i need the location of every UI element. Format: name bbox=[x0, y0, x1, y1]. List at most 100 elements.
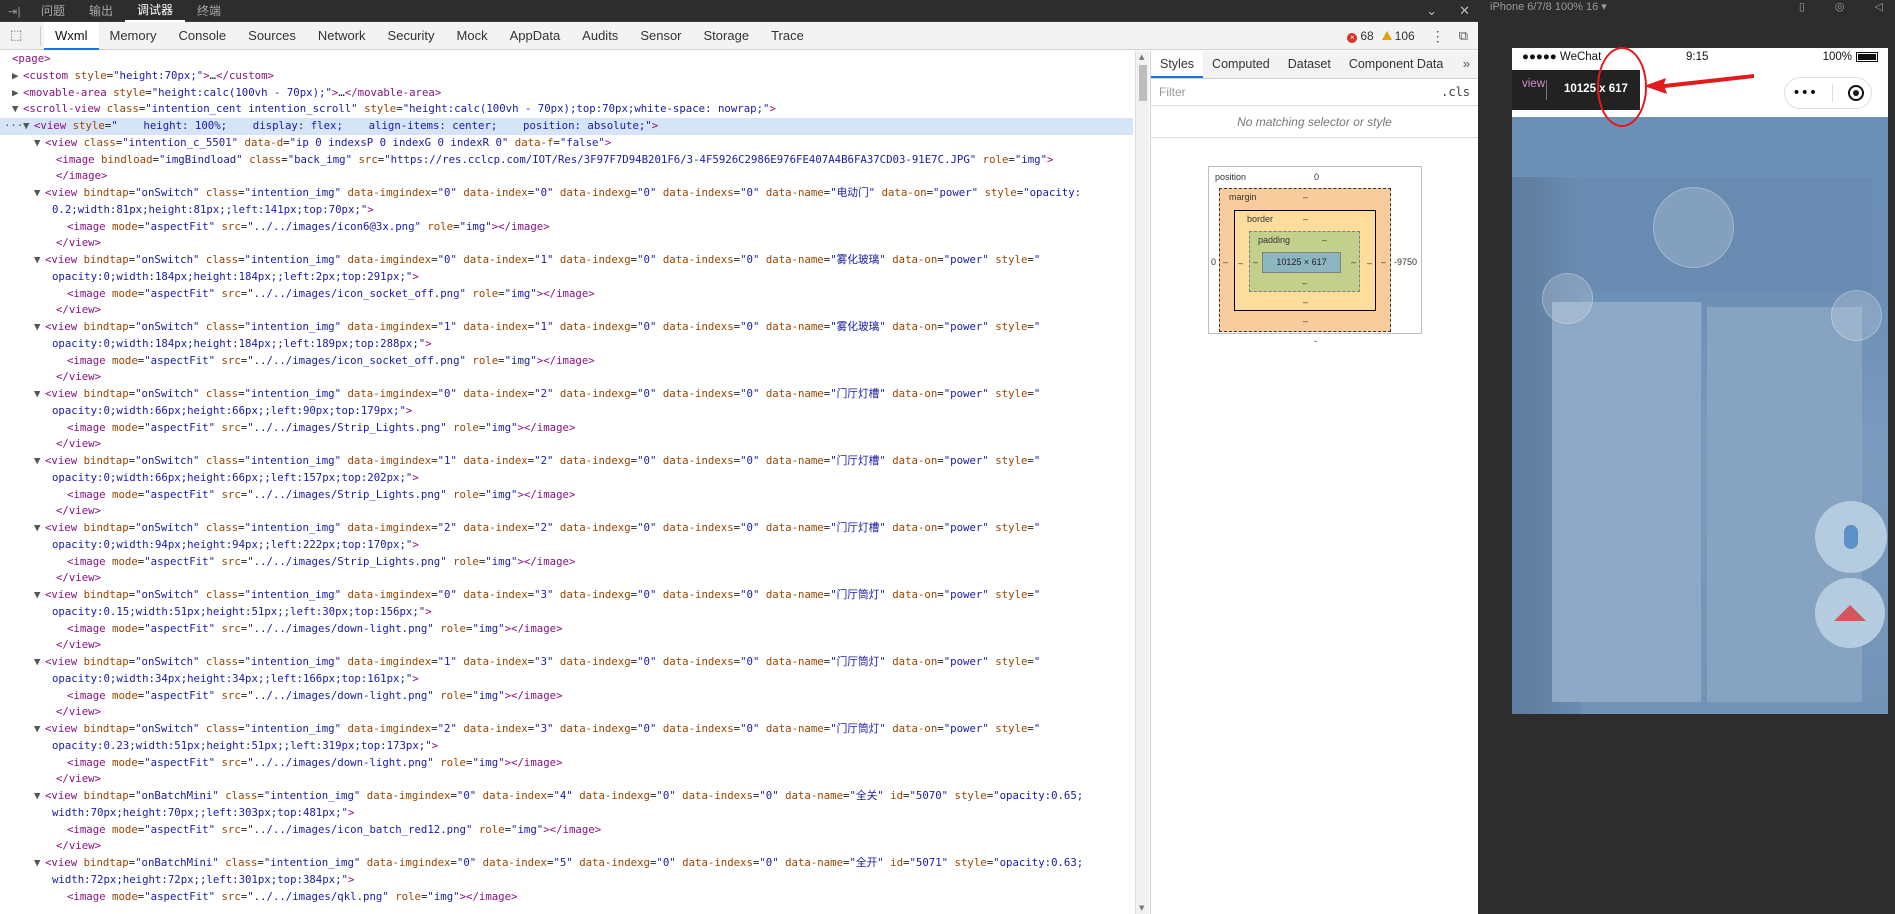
expand-arrow-icon[interactable]: ▼ bbox=[34, 453, 44, 470]
inspect-element-icon[interactable]: ⬚ bbox=[10, 28, 26, 44]
wxml-line[interactable]: opacity:0.15;width:51px;height:51px;;lef… bbox=[0, 604, 1133, 621]
wxml-line[interactable]: ▼ <view bindtap="onSwitch" class="intenti… bbox=[0, 453, 1133, 470]
expand-arrow-icon[interactable]: ▼ bbox=[34, 520, 44, 537]
wxml-line[interactable]: ▼ <view bindtap="onSwitch" class="intenti… bbox=[0, 185, 1133, 202]
wxml-line[interactable]: </view> bbox=[0, 570, 1133, 587]
margin-top-value[interactable]: – bbox=[1303, 192, 1308, 202]
expand-arrow-icon[interactable]: ▼ bbox=[23, 118, 33, 135]
content-box[interactable]: 10125 × 617 bbox=[1262, 252, 1341, 273]
tab-output[interactable]: 输出 bbox=[77, 0, 125, 22]
tab-storage[interactable]: Storage bbox=[693, 22, 761, 50]
border-top-value[interactable]: – bbox=[1303, 214, 1308, 224]
tab-debugger[interactable]: 调试器 bbox=[124, 0, 185, 22]
wxml-line[interactable]: ▼ <scroll-view class="intention_cent inte… bbox=[0, 101, 1133, 118]
all-off-button[interactable] bbox=[1815, 578, 1885, 648]
tab-security[interactable]: Security bbox=[377, 22, 446, 50]
expand-arrow-icon[interactable]: ▼ bbox=[34, 855, 44, 872]
padding-left-value[interactable]: – bbox=[1253, 257, 1258, 267]
border-right-value[interactable]: – bbox=[1367, 258, 1372, 268]
more-options-icon[interactable]: ⋮ bbox=[1431, 28, 1445, 45]
tab-mock[interactable]: Mock bbox=[446, 22, 499, 50]
wxml-line[interactable]: ▼ <view bindtap="onBatchMini" class="inte… bbox=[0, 855, 1133, 872]
wxml-line[interactable]: opacity:0;width:66px;height:66px;;left:1… bbox=[0, 470, 1133, 487]
close-icon[interactable]: ✕ bbox=[1459, 4, 1470, 19]
tab-problems[interactable]: 问题 bbox=[29, 0, 77, 22]
gate-light-icon[interactable] bbox=[1653, 187, 1734, 268]
collapse-arrow-icon[interactable]: ▶ bbox=[12, 85, 22, 102]
tab-terminal[interactable]: 终端 bbox=[185, 0, 233, 22]
scroll-up-arrow-icon[interactable]: ▲ bbox=[1139, 53, 1144, 61]
styles-tab-styles[interactable]: Styles bbox=[1151, 50, 1204, 78]
wxml-line[interactable]: ▼ <view class="intention_c_5501" data-d="… bbox=[0, 135, 1133, 152]
tab-sensor[interactable]: Sensor bbox=[629, 22, 692, 50]
wxml-line[interactable]: ▼ <view bindtap="onSwitch" class="intenti… bbox=[0, 587, 1133, 604]
warning-counter[interactable]: 106 bbox=[1381, 29, 1415, 43]
scrollbar-thumb[interactable] bbox=[1139, 65, 1147, 101]
wxml-line[interactable]: opacity:0;width:184px;height:184px;;left… bbox=[0, 269, 1133, 286]
chevron-down-icon[interactable]: ⌄ bbox=[1426, 4, 1437, 19]
wxml-line[interactable]: opacity:0;width:94px;height:94px;;left:2… bbox=[0, 537, 1133, 554]
wxml-line[interactable]: <image mode="aspectFit" src="../../image… bbox=[0, 219, 1133, 236]
position-right-value[interactable]: -9750 bbox=[1394, 257, 1417, 267]
down-light-icon[interactable] bbox=[1542, 273, 1593, 324]
wxml-line[interactable]: <image mode="aspectFit" src="../../image… bbox=[0, 688, 1133, 705]
tab-appdata[interactable]: AppData bbox=[499, 22, 572, 50]
wxml-line[interactable]: </view> bbox=[0, 302, 1133, 319]
wxml-elements-tree[interactable]: <page> ▶ <custom style="height:70px;">…</c… bbox=[0, 51, 1133, 914]
wxml-line[interactable]: </view> bbox=[0, 637, 1133, 654]
wxml-line[interactable]: </view> bbox=[0, 704, 1133, 721]
more-menu-button[interactable]: ••• bbox=[1792, 85, 1817, 101]
tab-memory[interactable]: Memory bbox=[99, 22, 168, 50]
expand-arrow-icon[interactable]: ▼ bbox=[34, 135, 44, 152]
wxml-line[interactable]: ▼ <view bindtap="onSwitch" class="intenti… bbox=[0, 721, 1133, 738]
wxml-line[interactable]: opacity:0;width:184px;height:184px;;left… bbox=[0, 336, 1133, 353]
padding-bottom-value[interactable]: – bbox=[1302, 278, 1307, 288]
position-top-value[interactable]: 0 bbox=[1314, 172, 1319, 182]
wxml-line[interactable]: 0.2;width:81px;height:81px;;left:141px;t… bbox=[0, 202, 1133, 219]
error-counter[interactable]: × 68 bbox=[1347, 29, 1374, 43]
styles-filter-input[interactable]: Filter bbox=[1159, 85, 1186, 99]
wxml-line[interactable]: ▶ <custom style="height:70px;">…</custom> bbox=[0, 68, 1133, 85]
wxml-line[interactable]: <image mode="aspectFit" src="../../image… bbox=[0, 822, 1133, 839]
wxml-line[interactable]: width:72px;height:72px;;left:301px;top:3… bbox=[0, 872, 1133, 889]
expand-arrow-icon[interactable]: ▼ bbox=[34, 721, 44, 738]
cls-toggle-button[interactable]: .cls bbox=[1441, 85, 1470, 99]
device-selector[interactable]: iPhone 6/7/8 100% 16 ▾ bbox=[1490, 0, 1607, 16]
record-icon[interactable]: ◎ bbox=[1835, 0, 1845, 14]
tab-console[interactable]: Console bbox=[167, 22, 237, 50]
tab-wxml[interactable]: Wxml bbox=[44, 22, 99, 50]
wxml-line[interactable]: opacity:0;width:66px;height:66px;;left:9… bbox=[0, 403, 1133, 420]
styles-more-tabs-icon[interactable]: » bbox=[1455, 50, 1478, 78]
expand-arrow-icon[interactable]: ▼ bbox=[34, 252, 44, 269]
styles-tab-computed[interactable]: Computed bbox=[1203, 50, 1279, 78]
wxml-line[interactable]: </image> bbox=[0, 168, 1133, 185]
tab-network[interactable]: Network bbox=[307, 22, 377, 50]
margin-right-value[interactable]: – bbox=[1381, 257, 1386, 267]
phone-icon[interactable]: ▯ bbox=[1799, 0, 1805, 14]
border-bottom-value[interactable]: – bbox=[1303, 297, 1308, 307]
tab-sources[interactable]: Sources bbox=[237, 22, 307, 50]
wxml-line[interactable]: ▼ <view bindtap="onSwitch" class="intenti… bbox=[0, 319, 1133, 336]
wxml-line[interactable]: ▼ <view bindtap="onSwitch" class="intenti… bbox=[0, 386, 1133, 403]
padding-right-value[interactable]: – bbox=[1351, 257, 1356, 267]
wxml-line[interactable]: opacity:0;width:34px;height:34px;;left:1… bbox=[0, 671, 1133, 688]
margin-left-value[interactable]: – bbox=[1223, 257, 1228, 267]
wxml-line[interactable]: ▶ <movable-area style="height:calc(100vh … bbox=[0, 85, 1133, 102]
wxml-line[interactable]: </view> bbox=[0, 235, 1133, 252]
styles-tab-component-data[interactable]: Component Data bbox=[1340, 50, 1453, 78]
wxml-line[interactable]: opacity:0.23;width:51px;height:51px;;lef… bbox=[0, 738, 1133, 755]
wxml-line[interactable]: <image mode="aspectFit" src="../../image… bbox=[0, 487, 1133, 504]
wxml-line[interactable]: <image mode="aspectFit" src="../../image… bbox=[0, 889, 1133, 906]
expand-arrow-icon[interactable]: ▼ bbox=[34, 386, 44, 403]
wxml-line[interactable]: <page> bbox=[0, 51, 1133, 68]
expand-arrow-icon[interactable]: ▼ bbox=[34, 185, 44, 202]
wxml-line[interactable]: <image mode="aspectFit" src="../../image… bbox=[0, 353, 1133, 370]
collapse-panel-icon[interactable]: ⇥| bbox=[0, 5, 29, 18]
wxml-line[interactable]: ▼ <view bindtap="onSwitch" class="intenti… bbox=[0, 654, 1133, 671]
margin-bottom-value[interactable]: – bbox=[1303, 316, 1308, 326]
expand-arrow-icon[interactable]: ▼ bbox=[34, 788, 44, 805]
down-light-icon-2[interactable] bbox=[1831, 290, 1882, 341]
wxml-line[interactable]: <image mode="aspectFit" src="../../image… bbox=[0, 755, 1133, 772]
wxml-line[interactable]: <image bindload="imgBindload" class="bac… bbox=[0, 152, 1133, 169]
wxml-line[interactable]: </view> bbox=[0, 771, 1133, 788]
